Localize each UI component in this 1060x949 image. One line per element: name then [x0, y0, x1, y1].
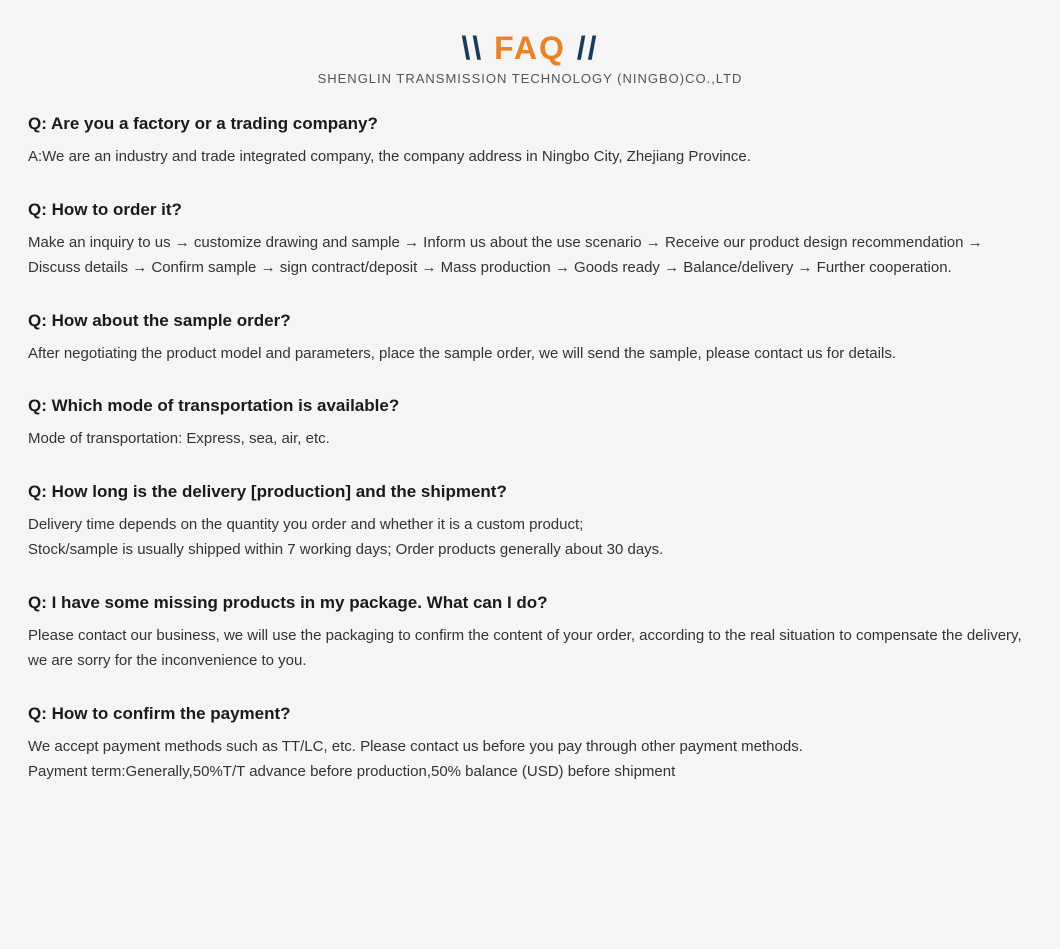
page-header: \\ FAQ // SHENGLIN TRANSMISSION TECHNOLO… — [28, 30, 1032, 86]
faq-item-7: Q: How to confirm the payment? We accept… — [28, 704, 1032, 785]
faq-answer-1: A:We are an industry and trade integrate… — [28, 144, 1032, 170]
faq-answer-7-line2: Payment term:Generally,50%T/T advance be… — [28, 763, 675, 780]
faq-answer-5-line1: Delivery time depends on the quantity yo… — [28, 516, 583, 533]
faq-item-6: Q: I have some missing products in my pa… — [28, 593, 1032, 674]
faq-word: FAQ — [494, 30, 577, 66]
faq-item-4: Q: Which mode of transportation is avail… — [28, 396, 1032, 452]
faq-answer-5-line2: Stock/sample is usually shipped within 7… — [28, 541, 663, 558]
faq-answer-2: Make an inquiry to us → customize drawin… — [28, 230, 1032, 281]
faq-answer-6: Please contact our business, we will use… — [28, 623, 1032, 674]
faq-item-5: Q: How long is the delivery [production]… — [28, 482, 1032, 563]
faq-item-3: Q: How about the sample order? After neg… — [28, 311, 1032, 367]
faq-question-1: Q: Are you a factory or a trading compan… — [28, 114, 1032, 134]
faq-item-2: Q: How to order it? Make an inquiry to u… — [28, 200, 1032, 281]
company-name: SHENGLIN TRANSMISSION TECHNOLOGY (NINGBO… — [28, 71, 1032, 86]
page-container: \\ FAQ // SHENGLIN TRANSMISSION TECHNOLO… — [0, 0, 1060, 855]
faq-answer-4: Mode of transportation: Express, sea, ai… — [28, 426, 1032, 452]
faq-answer-7: We accept payment methods such as TT/LC,… — [28, 734, 1032, 785]
faq-question-5: Q: How long is the delivery [production]… — [28, 482, 1032, 502]
faq-question-6: Q: I have some missing products in my pa… — [28, 593, 1032, 613]
faq-item-1: Q: Are you a factory or a trading compan… — [28, 114, 1032, 170]
faq-answer-3: After negotiating the product model and … — [28, 341, 1032, 367]
slash-close: // — [577, 30, 599, 66]
faq-question-3: Q: How about the sample order? — [28, 311, 1032, 331]
faq-question-7: Q: How to confirm the payment? — [28, 704, 1032, 724]
faq-title: \\ FAQ // — [28, 30, 1032, 67]
slash-open: \\ — [461, 30, 483, 66]
faq-answer-5: Delivery time depends on the quantity yo… — [28, 512, 1032, 563]
faq-question-4: Q: Which mode of transportation is avail… — [28, 396, 1032, 416]
faq-answer-7-line1: We accept payment methods such as TT/LC,… — [28, 738, 803, 755]
faq-question-2: Q: How to order it? — [28, 200, 1032, 220]
